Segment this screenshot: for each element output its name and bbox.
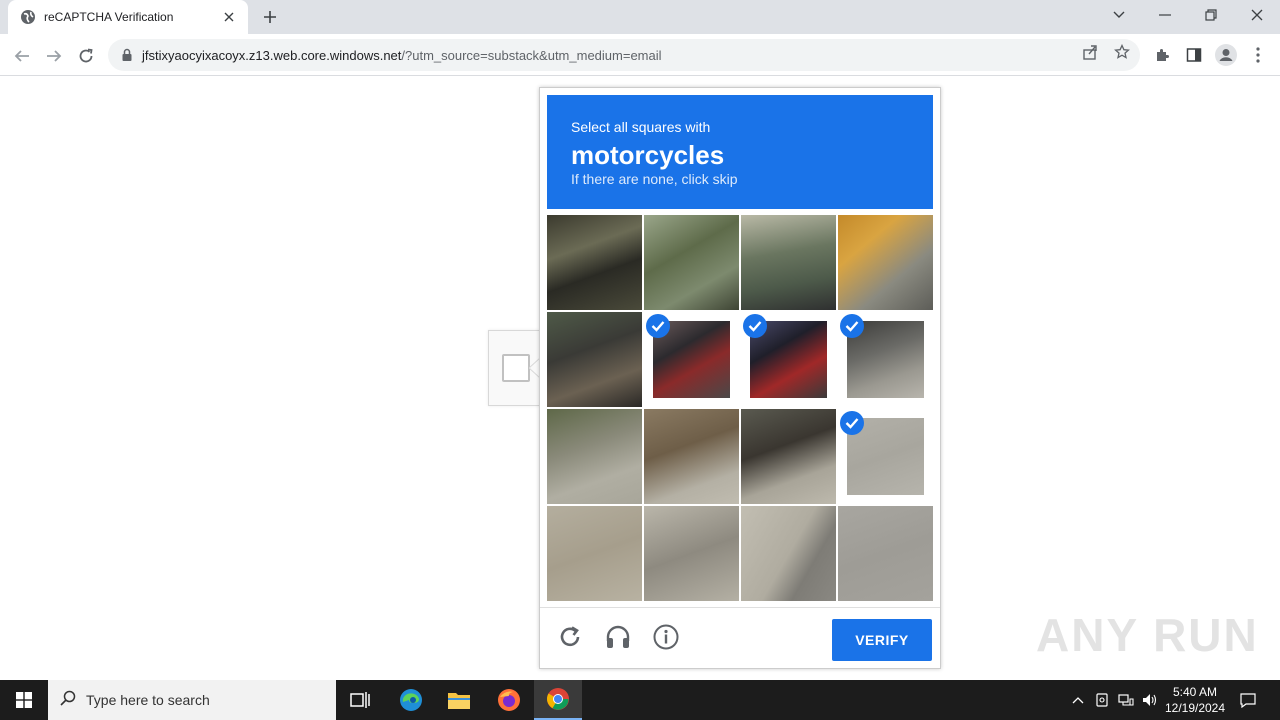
taskbar-search[interactable]: Type here to search xyxy=(48,680,336,720)
windows-start-icon[interactable] xyxy=(0,680,48,720)
arrow-left-icon[interactable] xyxy=(8,42,36,70)
url-text: jfstixyaocyixacoyx.z13.web.core.windows.… xyxy=(142,48,662,63)
share-icon[interactable] xyxy=(1080,42,1100,62)
tile-image xyxy=(644,409,739,504)
clock-date: 12/19/2024 xyxy=(1164,701,1226,715)
captcha-tile[interactable] xyxy=(644,506,739,601)
captcha-tile[interactable] xyxy=(644,215,739,310)
task-view-icon[interactable] xyxy=(336,680,384,720)
puzzle-icon[interactable] xyxy=(1151,44,1173,66)
url-query: /?utm_source=substack&utm_medium=email xyxy=(401,47,662,63)
captcha-tile[interactable] xyxy=(838,506,933,601)
captcha-tile[interactable] xyxy=(547,312,642,407)
tile-image xyxy=(547,215,642,310)
challenge-footer: VERIFY xyxy=(540,607,940,669)
system-clock[interactable]: 5:40 AM 12/19/2024 xyxy=(1160,684,1230,716)
checkmark-icon xyxy=(743,314,767,338)
plus-icon[interactable] xyxy=(258,6,282,28)
captcha-tile[interactable] xyxy=(547,409,642,504)
lock-icon[interactable] xyxy=(120,48,134,62)
tab-recaptcha[interactable]: reCAPTCHA Verification xyxy=(8,0,248,34)
firefox-icon[interactable] xyxy=(485,680,533,720)
target-object: motorcycles xyxy=(571,140,725,170)
close-icon[interactable] xyxy=(220,8,238,26)
skip-hint: If there are none, click skip xyxy=(571,171,738,187)
challenge-header: Select all squares with motorcycles If t… xyxy=(547,95,933,209)
address-bar[interactable]: jfstixyaocyixacoyx.z13.web.core.windows.… xyxy=(108,39,1140,71)
recaptcha-checkbox[interactable] xyxy=(502,354,530,382)
info-icon[interactable] xyxy=(652,623,680,651)
search-icon xyxy=(60,690,76,711)
captcha-tile[interactable] xyxy=(644,409,739,504)
tile-image xyxy=(547,506,642,601)
tile-image xyxy=(644,506,739,601)
tile-image xyxy=(741,215,836,310)
tile-image xyxy=(838,215,933,310)
image-grid xyxy=(547,215,933,601)
tile-image xyxy=(741,409,836,504)
chevron-up-icon[interactable] xyxy=(1068,690,1088,710)
tile-image xyxy=(838,506,933,601)
notification-icon[interactable] xyxy=(1238,690,1258,710)
globe-icon xyxy=(20,9,36,25)
restore-icon[interactable] xyxy=(1188,0,1234,30)
clock-time: 5:40 AM xyxy=(1172,685,1218,699)
network-icon[interactable] xyxy=(1116,690,1136,710)
recaptcha-challenge: Select all squares with motorcycles If t… xyxy=(539,87,941,669)
tab-title: reCAPTCHA Verification xyxy=(44,10,174,24)
sidepanel-icon[interactable] xyxy=(1183,44,1205,66)
browser-toolbar: jfstixyaocyixacoyx.z13.web.core.windows.… xyxy=(0,34,1280,76)
checkmark-icon xyxy=(646,314,670,338)
close-window-icon[interactable] xyxy=(1234,0,1280,30)
star-icon[interactable] xyxy=(1112,42,1132,62)
checkmark-icon xyxy=(840,314,864,338)
refresh-icon[interactable] xyxy=(556,623,584,651)
tab-strip: reCAPTCHA Verification xyxy=(0,0,1280,34)
windows-taskbar: Type here to search 5:40 AM 12/19/2024 xyxy=(0,680,1280,720)
edge-icon[interactable] xyxy=(387,680,435,720)
tile-image xyxy=(547,312,642,407)
checkmark-icon xyxy=(840,411,864,435)
verify-button[interactable]: VERIFY xyxy=(832,619,932,661)
kebab-menu-icon[interactable] xyxy=(1247,44,1269,66)
captcha-tile[interactable] xyxy=(741,215,836,310)
chrome-icon[interactable] xyxy=(534,680,582,720)
device-icon[interactable] xyxy=(1092,690,1112,710)
chevron-down-icon[interactable] xyxy=(1096,0,1142,30)
anyrun-watermark: ANY RUN xyxy=(1036,608,1259,662)
reload-icon[interactable] xyxy=(72,42,100,70)
tile-image xyxy=(644,215,739,310)
captcha-tile[interactable] xyxy=(838,312,933,407)
file-explorer-icon[interactable] xyxy=(435,680,483,720)
captcha-tile[interactable] xyxy=(547,506,642,601)
url-host: jfstixyaocyixacoyx.z13.web.core.windows.… xyxy=(142,47,402,63)
headphones-icon[interactable] xyxy=(604,623,632,651)
instruction-text: Select all squares with xyxy=(571,119,711,135)
captcha-tile[interactable] xyxy=(547,215,642,310)
captcha-tile[interactable] xyxy=(644,312,739,407)
tile-image xyxy=(741,506,836,601)
avatar-icon[interactable] xyxy=(1215,44,1237,66)
search-placeholder: Type here to search xyxy=(86,692,210,708)
tile-image xyxy=(547,409,642,504)
arrow-right-icon[interactable] xyxy=(40,42,68,70)
captcha-tile[interactable] xyxy=(838,409,933,504)
volume-icon[interactable] xyxy=(1140,690,1160,710)
captcha-tile[interactable] xyxy=(838,215,933,310)
captcha-tile[interactable] xyxy=(741,506,836,601)
captcha-tile[interactable] xyxy=(741,312,836,407)
minimize-icon[interactable] xyxy=(1142,0,1188,30)
captcha-tile[interactable] xyxy=(741,409,836,504)
watermark-text: ANY RUN xyxy=(1036,609,1259,661)
